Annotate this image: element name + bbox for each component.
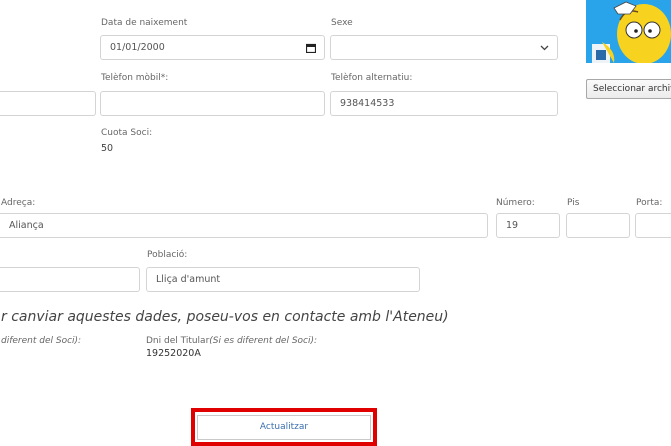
birth-date-label: Data de naixement [101,18,188,28]
population-label: Població: [147,250,188,260]
alt-phone-input[interactable]: 938414533 [330,91,558,116]
door-label: Porta: [636,198,663,208]
sex-select[interactable] [330,35,558,60]
birth-date-value: 01/01/2000 [110,42,165,53]
number-input[interactable]: 19 [496,213,560,238]
fee-label: Cuota Soci: [101,128,153,138]
select-file-button[interactable]: Seleccionar archivo [586,79,671,99]
mobile-input[interactable] [100,91,325,116]
dni-holder-label: Dni del Titular(Si es diferent del Soci)… [146,336,317,346]
door-input[interactable] [635,213,671,238]
population-input[interactable]: Lliça d'amunt [146,267,420,292]
left-partial-input[interactable] [0,91,96,116]
avatar [586,0,671,63]
address-input[interactable]: Aliança [0,213,488,238]
sex-label: Sexe [331,18,353,28]
homer-avatar [586,0,671,63]
dni-holder-label-text: Dni del Titular [146,336,210,346]
birth-date-input[interactable]: 01/01/2000 [100,35,325,60]
dni-holder-label-note: (Si es diferent del Soci): [209,336,318,346]
holder-label-left: diferent del Soci): [1,336,82,346]
mobile-label: Telèfon mòbil*: [101,73,169,83]
calendar-icon[interactable] [306,36,316,59]
alt-phone-label: Telèfon alternatiu: [331,73,413,83]
floor-input[interactable] [566,213,630,238]
dni-holder-value: 19252020A [146,348,201,359]
chevron-down-icon [540,36,549,59]
update-button[interactable]: Actualitzar [197,415,371,440]
number-label: Número: [496,198,535,208]
postal-code-input[interactable] [0,267,140,292]
floor-label: Pis [567,198,580,208]
address-label: Adreça: [1,198,36,208]
contact-notice: r canviar aquestes dades, poseu-vos en c… [1,309,449,325]
fee-value: 50 [101,143,114,154]
